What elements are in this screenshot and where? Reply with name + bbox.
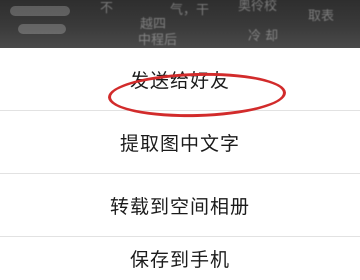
save-to-album-button[interactable]: 转载到空间相册 xyxy=(0,174,360,236)
send-to-friend-label: 发送给好友 xyxy=(129,69,230,92)
save-to-phone-button[interactable]: 保存到手机 xyxy=(0,237,360,280)
background-text-fragment: 取表 xyxy=(308,9,335,24)
background-text-blur xyxy=(10,6,70,16)
save-to-album-label: 转载到空间相册 xyxy=(109,195,250,218)
background-text-fragment: 气，干 xyxy=(170,3,210,18)
extract-text-from-image-label: 提取图中文字 xyxy=(119,132,240,155)
send-to-friend-button[interactable]: 发送给好友 xyxy=(0,48,360,110)
share-action-sheet: 发送给好友 提取图中文字 转载到空间相册 保存到手机 xyxy=(0,48,360,280)
background-document-image: 不 越四 中程后 气，干 奥彾校 冷 却 取表 xyxy=(0,0,360,48)
extract-text-from-image-button[interactable]: 提取图中文字 xyxy=(0,111,360,173)
save-to-phone-label: 保存到手机 xyxy=(129,249,230,271)
background-text-blur xyxy=(18,24,66,34)
